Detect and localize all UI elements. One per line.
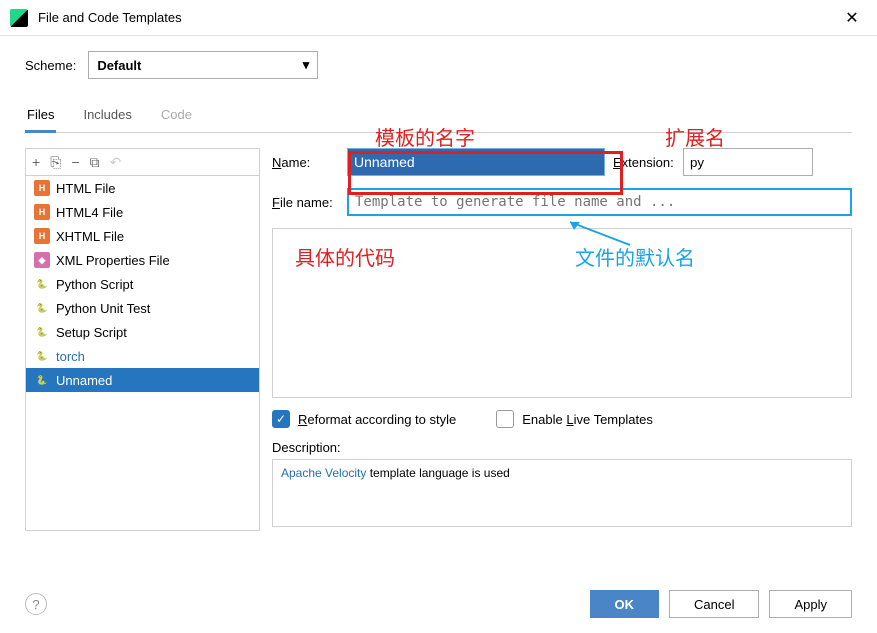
tab-files[interactable]: Files xyxy=(25,99,56,133)
list-item[interactable]: 🐍 Python Unit Test xyxy=(26,296,259,320)
cancel-button[interactable]: Cancel xyxy=(669,590,759,618)
list-item-label: Unnamed xyxy=(56,373,112,388)
list-item[interactable]: H HTML4 File xyxy=(26,200,259,224)
code-area[interactable] xyxy=(272,228,852,398)
help-icon[interactable]: ? xyxy=(25,593,47,615)
undo-icon[interactable]: ↶ xyxy=(110,154,122,171)
scheme-label: Scheme: xyxy=(25,58,76,73)
description-box: Apache Velocity template language is use… xyxy=(272,459,852,527)
list-item[interactable]: 🐍 Setup Script xyxy=(26,320,259,344)
python-icon: 🐍 xyxy=(34,324,50,340)
list-item[interactable]: H HTML File xyxy=(26,176,259,200)
apply-button[interactable]: Apply xyxy=(769,590,852,618)
description-text: template language is used xyxy=(366,466,509,480)
tab-code: Code xyxy=(159,99,194,132)
html-icon: H xyxy=(34,180,50,196)
list-item[interactable]: 🐍 Python Script xyxy=(26,272,259,296)
list-item-label: Python Unit Test xyxy=(56,301,150,316)
description-label: Description: xyxy=(272,440,852,455)
close-icon[interactable]: ✕ xyxy=(837,8,867,28)
template-list: H HTML File H HTML4 File H XHTML File ◆ XML Pro… xyxy=(25,176,260,531)
live-templates-checkbox[interactable]: Enable Live Templates xyxy=(496,410,653,428)
extension-input[interactable] xyxy=(683,148,813,176)
python-icon: 🐍 xyxy=(34,348,50,364)
copy-icon[interactable]: ⧉ xyxy=(90,154,100,171)
html-icon: H xyxy=(34,228,50,244)
html-icon: H xyxy=(34,204,50,220)
list-item-label: HTML4 File xyxy=(56,205,123,220)
xml-icon: ◆ xyxy=(34,252,50,268)
filename-input[interactable] xyxy=(347,188,852,216)
list-item-label: Setup Script xyxy=(56,325,127,340)
velocity-link[interactable]: Apache Velocity xyxy=(281,466,366,480)
list-item[interactable]: 🐍 Unnamed xyxy=(26,368,259,392)
scheme-select[interactable]: Default ▾ xyxy=(88,51,318,79)
name-input[interactable] xyxy=(347,148,605,176)
list-item-label: Python Script xyxy=(56,277,133,292)
list-item[interactable]: ◆ XML Properties File xyxy=(26,248,259,272)
window-title: File and Code Templates xyxy=(38,10,837,25)
list-item-label: HTML File xyxy=(56,181,115,196)
list-item-label: torch xyxy=(56,349,85,364)
chevron-down-icon: ▾ xyxy=(303,57,310,73)
remove-icon[interactable]: − xyxy=(71,154,79,170)
tabs: Files Includes Code xyxy=(25,99,852,133)
reformat-checkbox[interactable]: ✓Reformat according to style xyxy=(272,410,456,428)
python-icon: 🐍 xyxy=(34,276,50,292)
list-item[interactable]: 🐍 torch xyxy=(26,344,259,368)
copy-template-icon[interactable]: ⎘ xyxy=(50,154,61,171)
filename-label: File name: xyxy=(272,195,347,210)
check-icon xyxy=(496,410,514,428)
add-icon[interactable]: + xyxy=(32,154,40,170)
app-icon xyxy=(10,9,28,27)
check-icon: ✓ xyxy=(272,410,290,428)
titlebar: File and Code Templates ✕ xyxy=(0,0,877,36)
scheme-value: Default xyxy=(97,58,141,73)
list-item-label: XHTML File xyxy=(56,229,124,244)
list-item[interactable]: H XHTML File xyxy=(26,224,259,248)
python-icon: 🐍 xyxy=(34,372,50,388)
python-icon: 🐍 xyxy=(34,300,50,316)
list-toolbar: + ⎘ − ⧉ ↶ xyxy=(25,148,260,176)
ok-button[interactable]: OK xyxy=(590,590,660,618)
tab-includes[interactable]: Includes xyxy=(81,99,133,132)
name-label: NName:ame: xyxy=(272,155,347,170)
extension-label: Extension: xyxy=(613,155,683,170)
list-item-label: XML Properties File xyxy=(56,253,170,268)
